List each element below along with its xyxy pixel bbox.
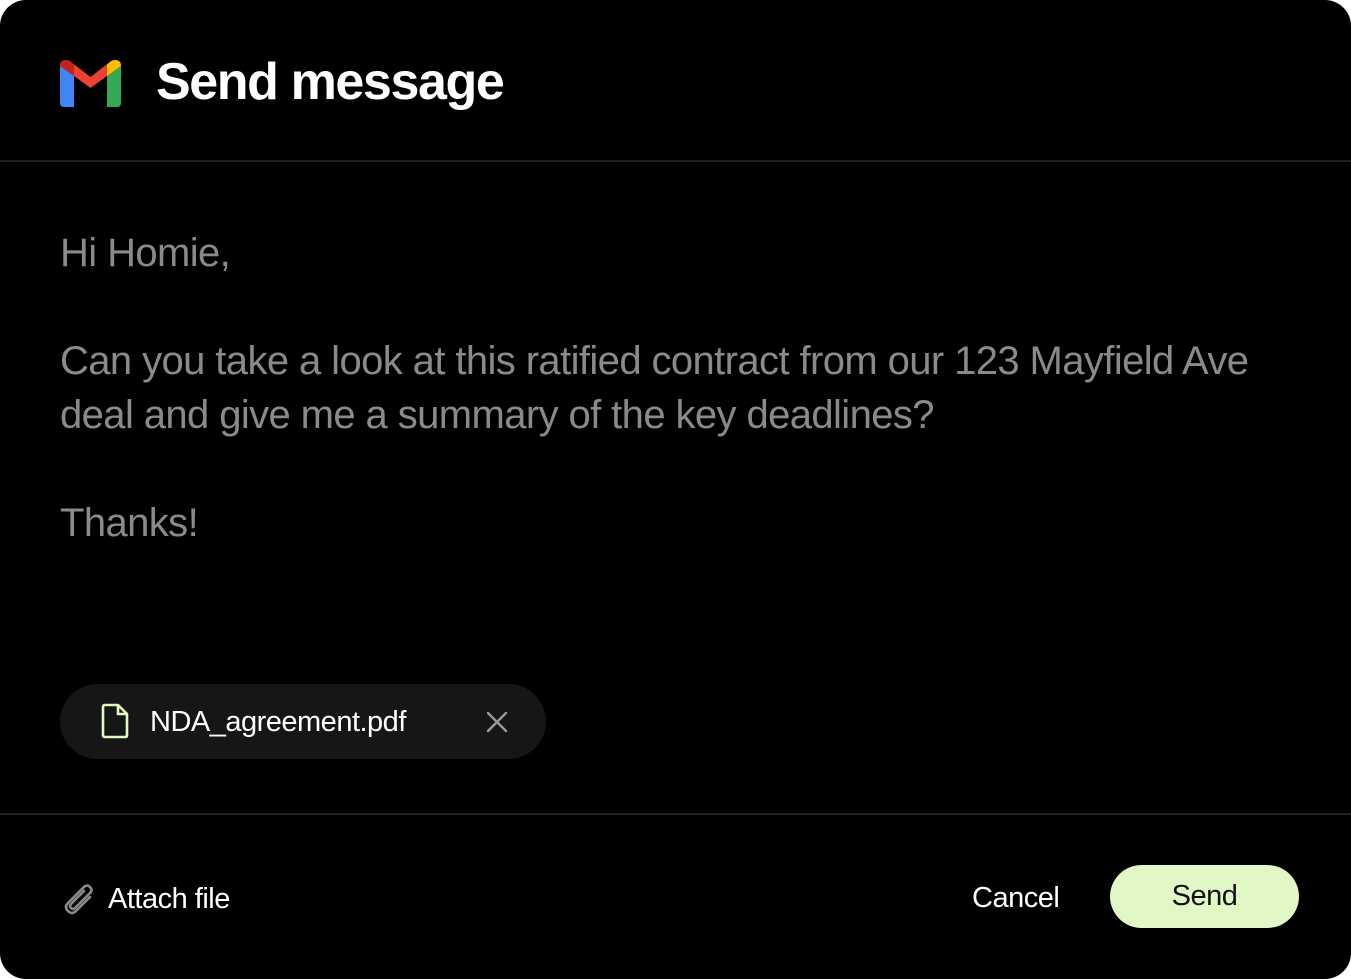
send-button[interactable]: Send bbox=[1110, 865, 1299, 928]
attach-file-label: Attach file bbox=[108, 882, 230, 915]
dialog-title: Send message bbox=[156, 53, 505, 111]
message-text: Can you take a look at this ratified con… bbox=[60, 339, 1249, 437]
document-icon bbox=[101, 703, 129, 739]
close-icon[interactable] bbox=[482, 707, 512, 737]
message-greeting: Hi Homie, bbox=[60, 231, 231, 275]
send-message-dialog: Send message Hi Homie, Can you take a lo… bbox=[0, 0, 1351, 979]
dialog-footer: Attach file Cancel Send bbox=[0, 813, 1351, 979]
paperclip-icon bbox=[64, 884, 93, 915]
message-closing: Thanks! bbox=[60, 501, 199, 545]
cancel-button[interactable]: Cancel bbox=[960, 875, 1071, 921]
attachment-chip: NDA_agreement.pdf bbox=[60, 684, 546, 759]
gmail-logo-icon bbox=[60, 60, 121, 107]
attachment-file-name: NDA_agreement.pdf bbox=[150, 706, 406, 738]
attach-file-button[interactable]: Attach file bbox=[60, 879, 230, 919]
dialog-header: Send message bbox=[0, 0, 1351, 162]
